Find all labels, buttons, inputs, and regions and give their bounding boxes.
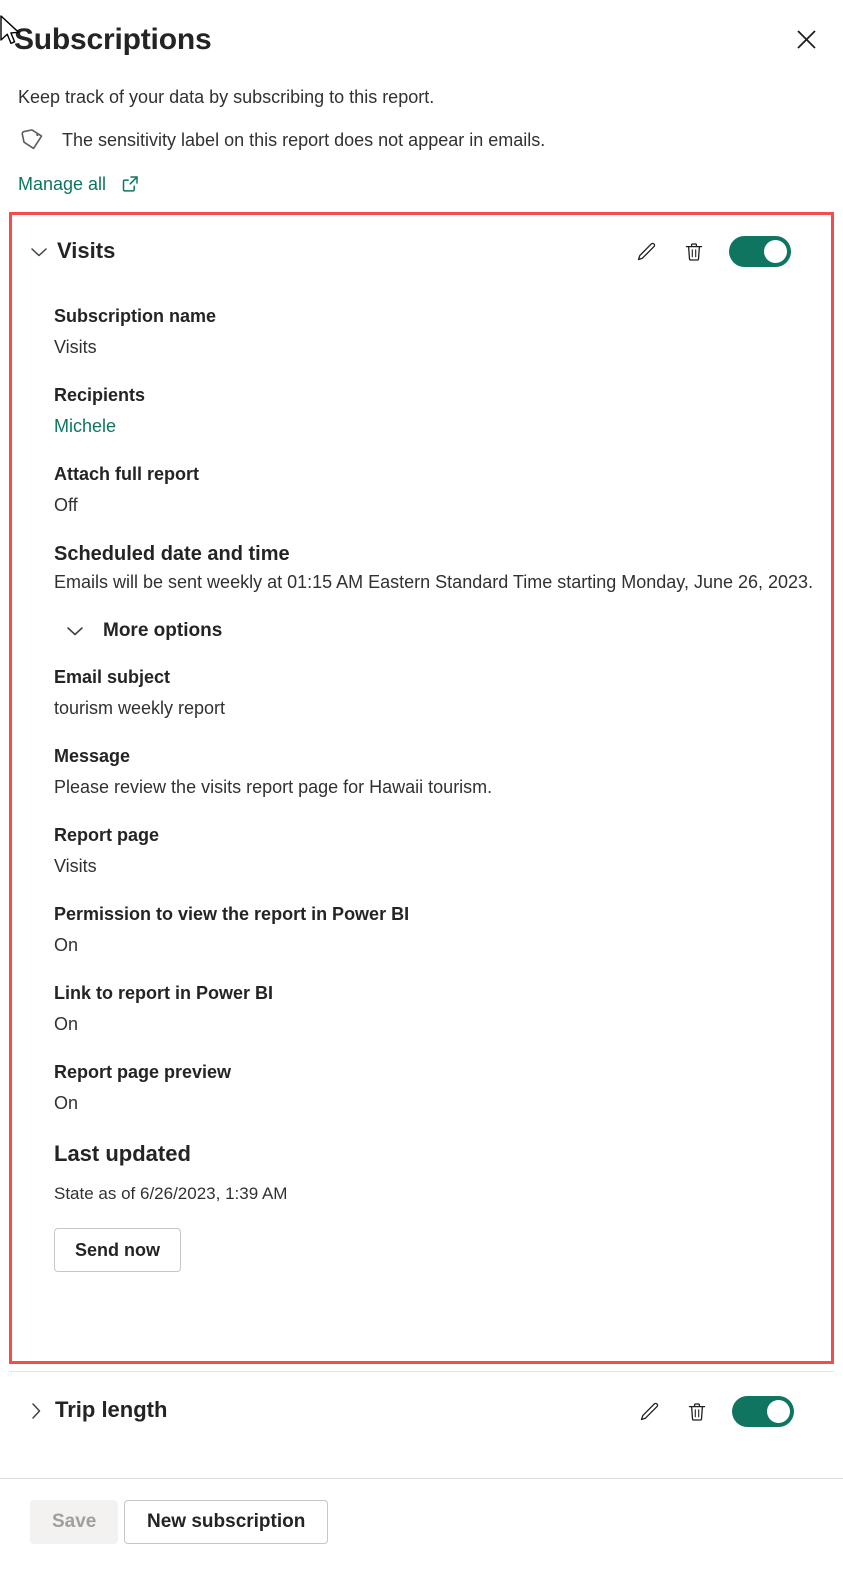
trash-icon (688, 1402, 706, 1421)
field-value: On (54, 935, 79, 955)
sensitivity-note-row: The sensitivity label on this report doe… (18, 126, 545, 154)
recipient-link[interactable]: Michele (54, 413, 814, 439)
edit-subscription-button[interactable] (633, 239, 659, 265)
subscription-actions (633, 236, 791, 267)
subscription-actions (636, 1396, 794, 1427)
new-subscription-button[interactable]: New subscription (124, 1500, 329, 1544)
field-value: On (54, 1014, 79, 1034)
subscriptions-panel: Subscriptions Keep track of your data by… (0, 0, 843, 1588)
field-email-subject: Email subject tourism weekly report (54, 664, 814, 721)
field-subscription-name: Subscription name Visits (54, 303, 814, 360)
chevron-right-icon[interactable] (25, 1400, 47, 1422)
trash-icon (685, 242, 703, 261)
subscription-enabled-toggle[interactable] (729, 236, 791, 267)
field-value: Please review the visits report page for… (54, 777, 493, 797)
chevron-down-icon (67, 627, 83, 636)
chevron-down-icon[interactable] (28, 241, 50, 263)
field-value: Visits (54, 856, 97, 876)
manage-all-link[interactable]: Manage all (18, 171, 140, 197)
pencil-icon (637, 242, 656, 260)
field-value: State as of 6/26/2023, 1:39 AM (54, 1184, 288, 1203)
delete-subscription-button[interactable] (681, 239, 707, 265)
field-value: tourism weekly report (54, 698, 226, 718)
field-label: Permission to view the report in Power B… (54, 904, 410, 924)
field-recipients: Recipients Michele (54, 382, 814, 439)
panel-subtitle: Keep track of your data by subscribing t… (18, 87, 435, 107)
tag-icon (21, 129, 43, 150)
field-value: On (54, 1093, 79, 1113)
close-icon (796, 29, 816, 49)
toggle-knob (767, 1400, 790, 1423)
field-label: Scheduled date and time (54, 543, 290, 565)
toggle-knob (764, 240, 787, 263)
send-now-button[interactable]: Send now (54, 1228, 181, 1272)
external-link-icon (122, 176, 138, 192)
close-button[interactable] (789, 22, 823, 56)
subscription-details: Subscription name Visits Recipients Mich… (54, 303, 814, 1272)
subscription-name-heading: Trip length (55, 1397, 168, 1422)
field-label: Attach full report (54, 464, 200, 484)
more-options-toggle[interactable]: More options (64, 620, 814, 642)
field-report-page: Report page Visits (54, 822, 814, 879)
subscription-card-header: Visits (12, 215, 831, 289)
more-options-label: More options (103, 620, 223, 641)
field-scheduled-date-time: Scheduled date and time Emails will be s… (54, 540, 814, 597)
field-value: Emails will be sent weekly at 01:15 AM E… (54, 572, 814, 592)
field-value: Off (54, 495, 78, 515)
save-button[interactable]: Save (30, 1500, 119, 1544)
panel-header: Subscriptions (0, 18, 843, 66)
field-last-updated: Last updated State as of 6/26/2023, 1:39… (54, 1138, 814, 1206)
manage-all-label: Manage all (18, 174, 107, 194)
delete-subscription-button[interactable] (684, 1399, 710, 1425)
field-label: Email subject (54, 667, 171, 687)
field-value: Visits (54, 337, 97, 357)
field-attach-full-report: Attach full report Off (54, 461, 814, 518)
page-title: Subscriptions (14, 23, 212, 56)
field-label: Report page preview (54, 1062, 232, 1082)
field-label: Last updated (54, 1141, 191, 1166)
field-label: Recipients (54, 385, 146, 405)
field-label: Report page (54, 825, 160, 845)
subscription-card-trip-length: Trip length (9, 1372, 834, 1450)
field-label: Link to report in Power BI (54, 983, 274, 1003)
field-link-to-report: Link to report in Power BI On (54, 980, 814, 1037)
field-report-page-preview: Report page preview On (54, 1059, 814, 1116)
subscription-enabled-toggle[interactable] (732, 1396, 794, 1427)
field-label: Subscription name (54, 306, 217, 326)
subscription-card-visits: Visits Subscription name Visits Recipien… (9, 212, 834, 1364)
subscription-name-heading: Visits (57, 238, 116, 263)
mouse-cursor (0, 15, 20, 45)
panel-footer: Save New subscription (0, 1479, 843, 1588)
pencil-icon (640, 1402, 659, 1420)
sensitivity-note-text: The sensitivity label on this report doe… (62, 130, 546, 150)
edit-subscription-button[interactable] (636, 1399, 662, 1425)
field-label: Message (54, 746, 131, 766)
field-permission-to-view: Permission to view the report in Power B… (54, 901, 814, 958)
field-message: Message Please review the visits report … (54, 743, 814, 800)
